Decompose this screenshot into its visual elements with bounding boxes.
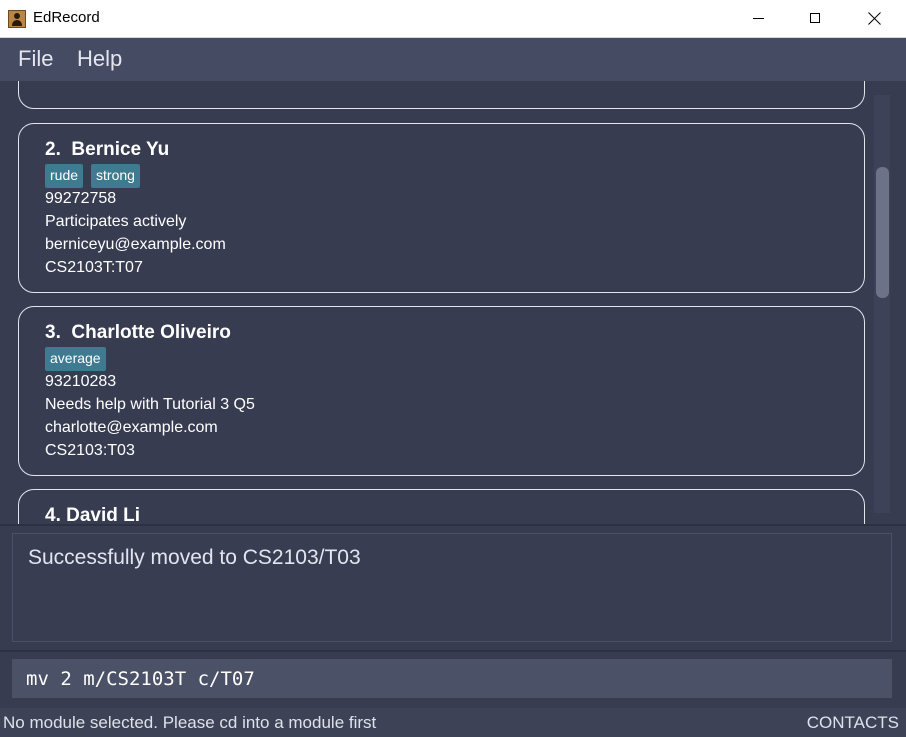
result-display: Successfully moved to CS2103/T03 bbox=[12, 533, 892, 642]
person-name: 2. Bernice Yu bbox=[45, 139, 169, 161]
email: charlotte@example.com bbox=[45, 419, 218, 436]
person-index: 2. bbox=[45, 139, 61, 160]
scrollbar-thumb[interactable] bbox=[876, 167, 889, 298]
person-name: 4. David Li bbox=[45, 505, 140, 524]
status-bar: No module selected. Please cd into a mod… bbox=[0, 708, 906, 737]
app-icon bbox=[8, 10, 26, 28]
email: berniceyu@example.com bbox=[45, 236, 226, 253]
tag-list: average bbox=[45, 347, 106, 371]
phone: 93210283 bbox=[45, 373, 117, 390]
scrollbar-track[interactable] bbox=[874, 95, 890, 513]
tag: strong bbox=[91, 164, 140, 188]
info: Needs help with Tutorial 3 Q5 bbox=[45, 396, 255, 413]
menu-bar: File Help bbox=[0, 38, 906, 81]
result-text: Successfully moved to CS2103/T03 bbox=[28, 546, 361, 569]
person-list-panel[interactable]: 2. Bernice Yu rude strong 99272758 Parti… bbox=[0, 81, 906, 524]
command-input[interactable] bbox=[12, 659, 892, 698]
person-name-text: Charlotte Oliveiro bbox=[71, 322, 231, 343]
status-message: No module selected. Please cd into a mod… bbox=[3, 713, 377, 732]
tag: rude bbox=[45, 164, 84, 188]
person-card[interactable] bbox=[18, 81, 865, 109]
menu-file[interactable]: File bbox=[18, 46, 53, 72]
title-bar: EdRecord bbox=[0, 0, 906, 38]
person-index: 3. bbox=[45, 322, 61, 343]
person-name-text: David Li bbox=[66, 505, 141, 524]
module-group: CS2103T:T07 bbox=[45, 259, 143, 276]
phone: 99272758 bbox=[45, 190, 117, 207]
maximize-icon[interactable] bbox=[793, 0, 839, 38]
tag: average bbox=[45, 347, 106, 371]
divider bbox=[0, 524, 906, 526]
window-title: EdRecord bbox=[33, 9, 100, 26]
module-group: CS2103:T03 bbox=[45, 442, 135, 459]
person-name-text: Bernice Yu bbox=[71, 139, 170, 160]
person-card[interactable]: 2. Bernice Yu rude strong 99272758 Parti… bbox=[18, 123, 865, 293]
close-icon[interactable] bbox=[852, 0, 898, 38]
person-card[interactable]: 4. David Li bbox=[18, 489, 865, 524]
status-view-label: CONTACTS bbox=[806, 713, 899, 732]
person-index: 4. bbox=[45, 505, 61, 524]
minimize-icon[interactable] bbox=[736, 0, 782, 38]
person-name: 3. Charlotte Oliveiro bbox=[45, 322, 231, 344]
tag-list: rude strong bbox=[45, 164, 140, 188]
divider bbox=[0, 650, 906, 652]
info: Participates actively bbox=[45, 213, 187, 230]
person-card[interactable]: 3. Charlotte Oliveiro average 93210283 N… bbox=[18, 306, 865, 476]
menu-help[interactable]: Help bbox=[77, 46, 122, 72]
